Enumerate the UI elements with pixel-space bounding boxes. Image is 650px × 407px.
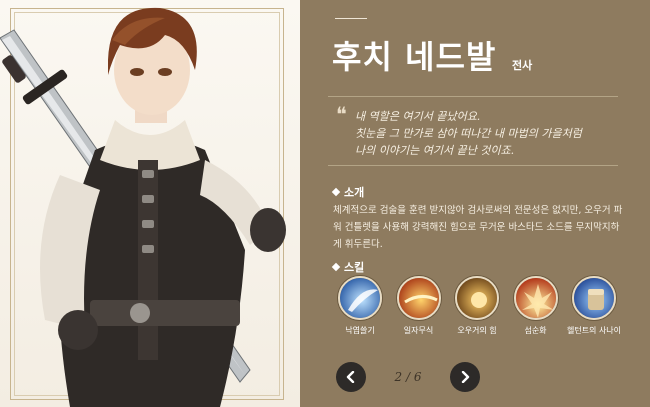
intro-text: 체계적으로 검술을 훈련 받지않아 검사로써의 전문성은 없지만, 오우거 파워… [333, 205, 623, 250]
quote-line: 나의 이야기는 여기서 끝난 것이죠. [355, 144, 515, 157]
character-illustration [0, 7, 286, 407]
flame-burst-icon[interactable] [513, 276, 558, 320]
quote-line: 내 역할은 여기서 끝났어요. [355, 110, 481, 123]
skill-label: 오우거의 힘 [457, 326, 497, 335]
skill-item[interactable]: 일자무식 [391, 276, 447, 336]
divider [328, 165, 618, 166]
chevron-left-icon [346, 371, 355, 383]
prev-button[interactable] [336, 362, 366, 392]
skill-item[interactable]: 섬순화 [508, 276, 564, 336]
skills-heading-label: 스킬 [344, 261, 365, 274]
character-quote: 내 역할은 여기서 끝났어요. 칫눈을 그 만가로 삼아 떠나간 내 마법의 가을… [355, 108, 615, 159]
fire-slash-icon[interactable] [396, 276, 441, 320]
skills-heading: 스킬 [331, 259, 365, 275]
skill-label: 섬순화 [524, 326, 547, 335]
page-indicator: 2 / 6 [394, 370, 422, 384]
quote-icon: ❝ [336, 102, 347, 126]
divider [328, 96, 618, 97]
pagination: 2 / 6 [336, 362, 480, 392]
ogre-power-icon[interactable] [455, 276, 499, 320]
intro-heading: 소개 [331, 184, 365, 200]
skill-item[interactable]: 헬턴트의 사나이 [566, 276, 622, 336]
skill-list: 낙엽쓸기 일자무식 오우거의 힘 섬순화 헬턴트의 사나이 [332, 276, 622, 336]
skill-label: 헬턴트의 사나이 [566, 326, 622, 335]
next-button[interactable] [450, 362, 480, 392]
diamond-bullet-icon [331, 262, 341, 272]
gauntlet-fist-icon[interactable] [572, 276, 616, 320]
skill-item[interactable]: 낙엽쓸기 [332, 276, 388, 336]
character-name: 후치 네드발 [332, 38, 497, 76]
skill-item[interactable]: 오우거의 힘 [449, 276, 505, 336]
chevron-right-icon [461, 371, 470, 383]
quote-line: 칫눈을 그 만가로 삼아 떠나간 내 마법의 가을처럼 [355, 127, 582, 140]
skill-label: 낙엽쓸기 [345, 326, 375, 335]
character-info-panel: 후치 네드발 전사 ❝ 내 역할은 여기서 끝났어요. 칫눈을 그 만가로 삼아 … [300, 0, 650, 407]
intro-heading-label: 소개 [344, 186, 365, 199]
leaf-sweep-icon[interactable] [338, 276, 382, 320]
skill-label: 일자무식 [403, 326, 434, 335]
decorative-rule [335, 18, 367, 19]
character-portrait [0, 0, 300, 407]
character-class: 전사 [512, 59, 533, 72]
diamond-bullet-icon [331, 187, 341, 197]
